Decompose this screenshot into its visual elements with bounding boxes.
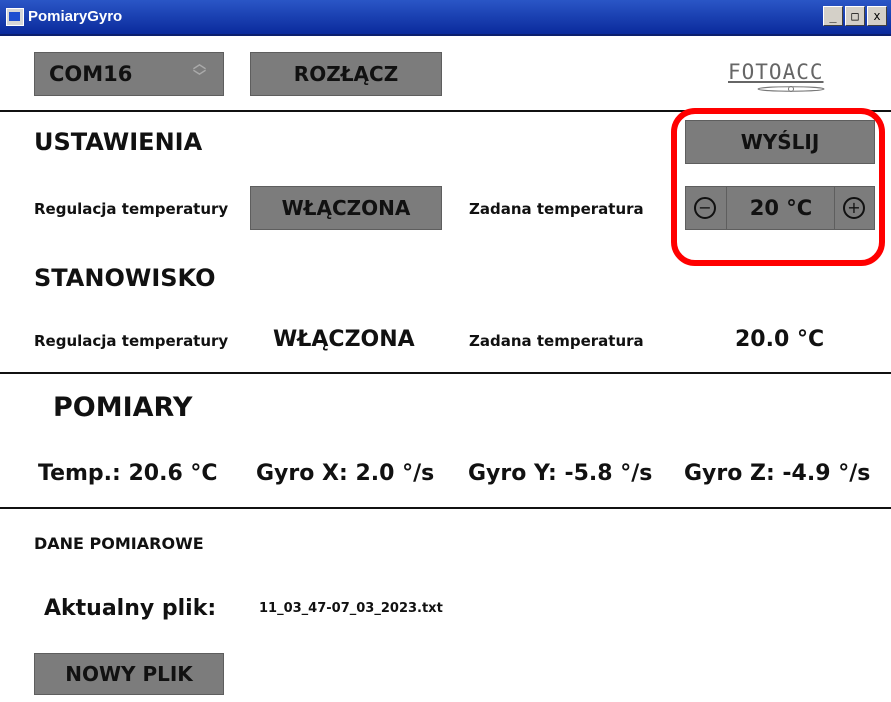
minimize-button[interactable]: _ — [823, 6, 843, 26]
set-temp-value: 20 °C — [749, 196, 813, 220]
gyro-z-reading: Gyro Z: -4.9 °/s — [684, 461, 871, 486]
chevron-down-icon: ﹀ — [193, 70, 207, 85]
stepper-divider — [726, 187, 727, 229]
data-heading: DANE POMIAROWE — [34, 534, 204, 553]
station-temp-regulation-value: WŁĄCZONA — [273, 327, 415, 352]
gyro-y-reading: Gyro Y: -5.8 °/s — [468, 461, 653, 486]
stepper-divider — [834, 187, 835, 229]
close-button[interactable]: x — [867, 6, 887, 26]
port-select-value: COM16 — [49, 62, 133, 86]
set-temp-stepper[interactable]: − 20 °C + — [685, 186, 875, 230]
divider — [0, 110, 891, 112]
gyro-x-reading: Gyro X: 2.0 °/s — [256, 461, 435, 486]
maximize-button[interactable]: □ — [845, 6, 865, 26]
station-set-temp-label: Zadana temperatura — [469, 332, 644, 350]
disconnect-button[interactable]: ROZŁĄCZ — [250, 52, 442, 96]
logo-text: FOTOACC — [728, 60, 824, 84]
station-set-temp-value: 20.0 °C — [735, 327, 825, 352]
port-select[interactable]: COM16 ︿ ﹀ — [34, 52, 224, 96]
temp-regulation-toggle[interactable]: WŁĄCZONA — [250, 186, 442, 230]
settings-heading: USTAWIENIA — [34, 128, 203, 156]
station-heading: STANOWISKO — [34, 264, 216, 292]
fotoacc-logo: FOTOACC — [728, 58, 834, 92]
logo-propeller-icon — [757, 86, 825, 92]
temp-regulation-label: Regulacja temperatury — [34, 200, 229, 218]
set-temp-label: Zadana temperatura — [469, 200, 644, 218]
station-temp-regulation-label: Regulacja temperatury — [34, 332, 229, 350]
current-file-label: Aktualny plik: — [44, 596, 217, 621]
new-file-button[interactable]: NOWY PLIK — [34, 653, 224, 695]
plus-icon[interactable]: + — [843, 197, 865, 219]
send-button[interactable]: WYŚLIJ — [685, 120, 875, 164]
temp-reading: Temp.: 20.6 °C — [38, 461, 218, 486]
current-file-value: 11_03_47-07_03_2023.txt — [259, 601, 443, 616]
app-icon — [6, 8, 24, 26]
measurements-heading: POMIARY — [53, 392, 193, 423]
minus-icon[interactable]: − — [694, 197, 716, 219]
window-title: PomiaryGyro — [28, 8, 123, 25]
divider — [0, 507, 891, 509]
title-bar: PomiaryGyro _ □ x — [0, 0, 891, 36]
divider — [0, 372, 891, 374]
